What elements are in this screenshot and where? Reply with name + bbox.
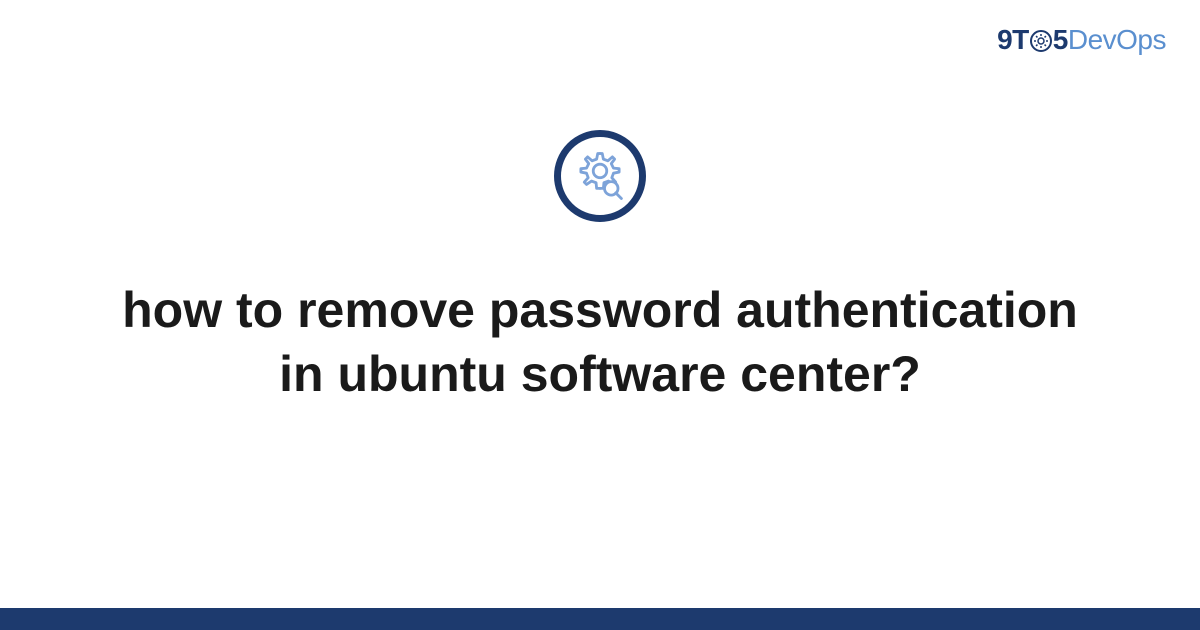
brand-logo: 9T 5DevOps bbox=[997, 24, 1166, 56]
brand-text-ops: Ops bbox=[1116, 24, 1166, 55]
footer-bar bbox=[0, 608, 1200, 630]
brand-text-dev: Dev bbox=[1068, 24, 1116, 55]
page-title: how to remove password authentication in… bbox=[120, 278, 1080, 406]
brand-gear-icon bbox=[1029, 29, 1053, 53]
brand-text-5: 5 bbox=[1053, 24, 1068, 55]
center-gear-icon bbox=[554, 130, 646, 222]
brand-text-9t: 9T bbox=[997, 24, 1029, 55]
